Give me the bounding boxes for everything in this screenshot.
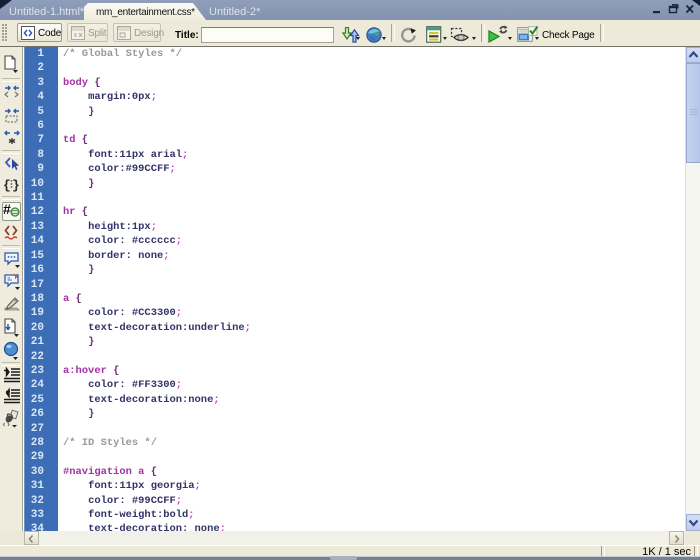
svg-text:{: {	[3, 178, 11, 193]
svg-text:#: #	[3, 201, 11, 217]
svg-text:}: }	[12, 178, 20, 193]
